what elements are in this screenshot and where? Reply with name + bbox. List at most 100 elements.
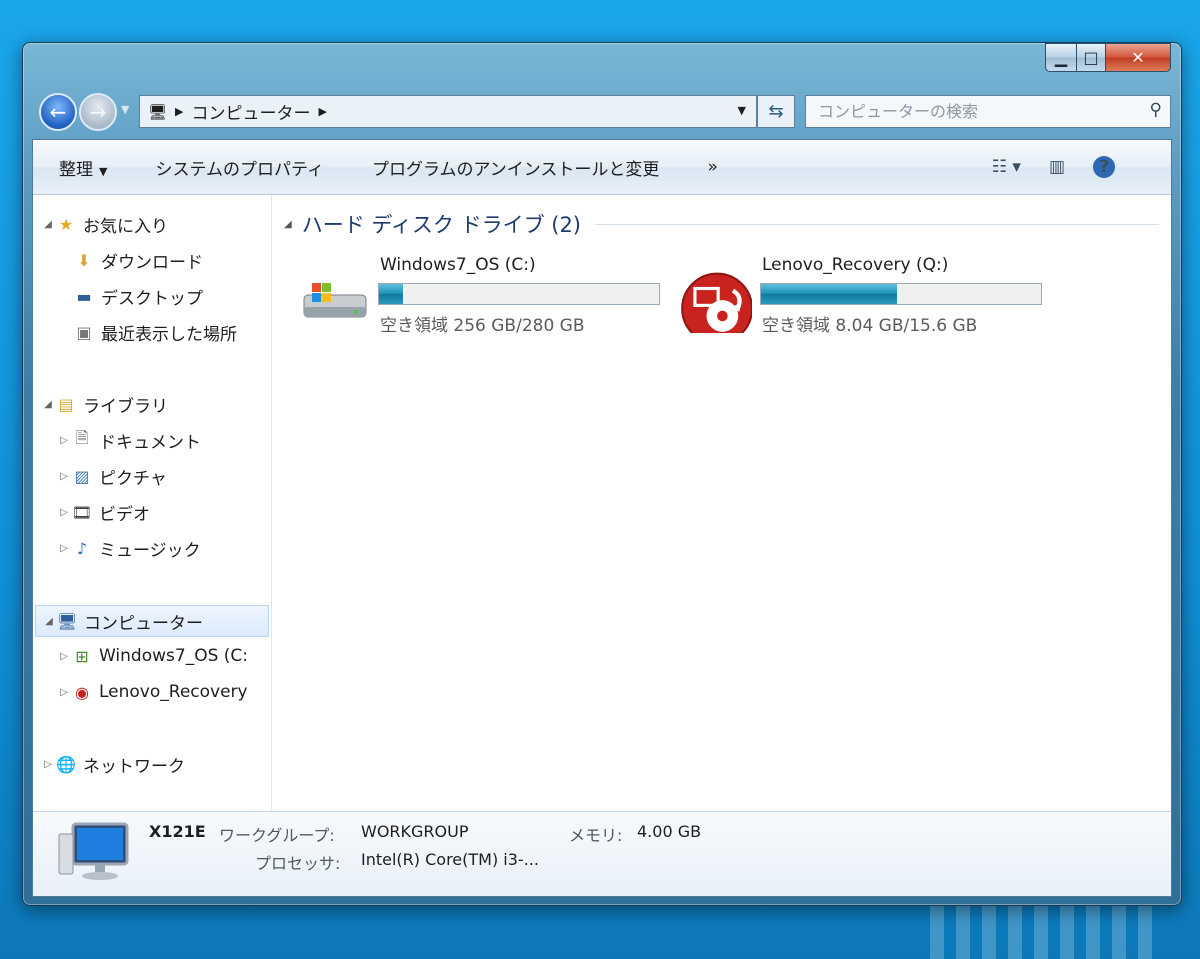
uninstall-button[interactable]: プログラムのアンインストールと変更: [348, 155, 683, 180]
nav-recent-places[interactable]: ▣ 最近表示した場所: [73, 317, 237, 347]
nav-favorites[interactable]: ◢ ★ お気に入り: [41, 209, 168, 239]
expanded-triangle-icon[interactable]: ◢: [42, 616, 56, 627]
processor-label: プロセッサ:: [255, 854, 341, 873]
memory-value: 4.00 GB: [637, 822, 702, 841]
expanded-triangle-icon[interactable]: ◢: [41, 219, 55, 230]
nav-label: ダウンロード: [101, 252, 203, 273]
nav-label: 最近表示した場所: [101, 324, 237, 345]
drive-item-q[interactable]: Lenovo_Recovery (Q:) 空き領域 8.04 GB/15.6 G…: [681, 255, 1062, 336]
nav-documents[interactable]: ▷ 🗎 ドキュメント: [57, 425, 201, 455]
drive-name: Lenovo_Recovery (Q:): [762, 255, 949, 275]
expanded-triangle-icon[interactable]: ◢: [284, 219, 292, 230]
organize-label: 整理: [59, 159, 93, 180]
hdd-windows-icon: ⊞: [75, 646, 89, 666]
group-header[interactable]: ◢ ハード ディスク ドライブ (2): [284, 209, 1159, 239]
arrow-left-icon: ←: [49, 100, 67, 124]
change-view-icon[interactable]: ☷ ▾: [992, 157, 1021, 177]
collapsed-triangle-icon[interactable]: ▷: [41, 759, 55, 770]
nav-desktop[interactable]: ▬ デスクトップ: [73, 281, 203, 311]
recovery-drive-icon: ◉: [75, 682, 89, 702]
drive-usage-bar: [760, 283, 1042, 305]
chevron-down-icon: ▼: [121, 103, 130, 116]
address-history-dropdown-icon[interactable]: ▼: [738, 104, 746, 117]
more-commands-button[interactable]: »: [683, 157, 741, 177]
navigation-bar: ← → ▼ 🖥 ▶ コンピューター ▶ ▼ ⇆ ⚲: [35, 93, 1171, 131]
desktop-icon: ▬: [76, 286, 92, 306]
help-button[interactable]: ?: [1093, 156, 1143, 178]
group-title: ハード ディスク ドライブ (2): [301, 213, 582, 237]
drive-usage-bar: [378, 283, 660, 305]
nav-music[interactable]: ▷ ♪ ミュージック: [57, 533, 201, 563]
group-divider: [595, 223, 1159, 225]
nav-label: ドキュメント: [99, 432, 201, 453]
chevron-down-icon: ▼: [99, 164, 108, 178]
collapsed-triangle-icon[interactable]: ▷: [57, 687, 71, 698]
drive-item-c[interactable]: Windows7_OS (C:) 空き領域 256 GB/280 GB: [300, 255, 680, 336]
nav-label: ライブラリ: [83, 396, 168, 417]
nav-downloads[interactable]: ⬇ ダウンロード: [73, 245, 203, 275]
search-icon[interactable]: ⚲: [1150, 100, 1162, 120]
video-icon: 🎞: [71, 502, 93, 522]
search-input[interactable]: [806, 101, 1130, 122]
collapsed-triangle-icon[interactable]: ▷: [57, 507, 71, 518]
help-icon: ?: [1093, 156, 1115, 178]
minimize-button[interactable]: ▁: [1045, 43, 1077, 72]
nav-drive-c[interactable]: ▷ ⊞ Windows7_OS (C:: [57, 641, 248, 671]
organize-button[interactable]: 整理 ▼: [33, 155, 131, 180]
collapsed-triangle-icon[interactable]: ▷: [57, 543, 71, 554]
computer-icon: [58, 822, 129, 880]
nav-drive-q[interactable]: ▷ ◉ Lenovo_Recovery: [57, 677, 247, 707]
nav-pictures[interactable]: ▷ ▨ ピクチャ: [57, 461, 167, 491]
caption-buttons: ▁ □ ✕: [1045, 43, 1171, 72]
refresh-button[interactable]: ⇆: [757, 95, 795, 128]
nav-network[interactable]: ▷ 🌐 ネットワーク: [41, 749, 185, 779]
preview-pane-icon[interactable]: ▥: [1049, 157, 1065, 177]
breadcrumb-separator-icon[interactable]: ▶: [319, 105, 327, 118]
document-icon: 🗎: [75, 427, 89, 447]
computer-icon: 🖥: [148, 102, 168, 121]
details-pane: X121E ワークグループ: WORKGROUP メモリ: 4.00 GB プロ…: [33, 811, 1171, 896]
explorer-window: ▁ □ ✕ ← → ▼ 🖥 ▶ コンピューター ▶ ▼ ⇆ ⚲ 整理 ▼ システム…: [22, 42, 1182, 906]
collapsed-triangle-icon[interactable]: ▷: [57, 651, 71, 662]
nav-computer[interactable]: ◢ 🖥 コンピューター: [35, 605, 269, 637]
view-controls: ☷ ▾ ▥ ?: [992, 140, 1171, 194]
download-folder-icon: ⬇: [77, 250, 91, 270]
drive-free-space: 空き領域 8.04 GB/15.6 GB: [762, 316, 978, 336]
computer-icon: 🖥: [56, 611, 78, 631]
nav-videos[interactable]: ▷ 🎞 ビデオ: [57, 497, 150, 527]
address-bar[interactable]: 🖥 ▶ コンピューター ▶ ▼: [139, 95, 757, 128]
breadcrumb-separator-icon[interactable]: ▶: [175, 105, 183, 118]
memory-label: メモリ:: [569, 826, 623, 845]
processor-value: Intel(R) Core(TM) i3-...: [361, 850, 539, 869]
drive-usage-fill: [761, 284, 897, 304]
expanded-triangle-icon[interactable]: ◢: [41, 399, 55, 410]
collapsed-triangle-icon[interactable]: ▷: [57, 471, 71, 482]
system-properties-button[interactable]: システムのプロパティ: [131, 155, 347, 180]
client-area: 整理 ▼ システムのプロパティ プログラムのアンインストールと変更 » ☷ ▾ ▥…: [32, 139, 1172, 897]
breadcrumb-computer[interactable]: コンピューター: [192, 99, 311, 124]
search-box: ⚲: [805, 95, 1171, 128]
command-bar: 整理 ▼ システムのプロパティ プログラムのアンインストールと変更 » ☷ ▾ ▥…: [33, 140, 1171, 195]
collapsed-triangle-icon[interactable]: ▷: [57, 435, 71, 446]
arrow-right-icon: →: [89, 100, 107, 124]
network-icon: 🌐: [56, 754, 76, 774]
maximize-button[interactable]: □: [1077, 43, 1106, 72]
forward-button[interactable]: →: [79, 93, 117, 131]
recent-places-icon: ▣: [76, 322, 92, 342]
hdd-windows-icon: [303, 283, 367, 318]
nav-label: お気に入り: [83, 216, 168, 237]
recent-pages-dropdown[interactable]: ▼: [121, 103, 129, 116]
nav-libraries[interactable]: ◢ ▤ ライブラリ: [41, 389, 168, 419]
close-button[interactable]: ✕: [1106, 43, 1171, 72]
refresh-icon: ⇆: [768, 101, 784, 122]
star-icon: ★: [58, 214, 74, 234]
nav-label: ビデオ: [99, 504, 150, 525]
back-button[interactable]: ←: [39, 93, 77, 131]
picture-icon: ▨: [74, 466, 90, 486]
library-icon: ▤: [58, 394, 74, 414]
navigation-pane: ◢ ★ お気に入り ⬇ ダウンロード ▬ デスクトップ ▣ 最近表示した場所 ◢ ▤ ライブラ…: [33, 195, 272, 812]
nav-label: ネットワーク: [83, 756, 185, 777]
workgroup-label: ワークグループ:: [219, 826, 335, 845]
nav-label: ミュージック: [99, 540, 201, 561]
nav-label: デスクトップ: [101, 288, 203, 309]
